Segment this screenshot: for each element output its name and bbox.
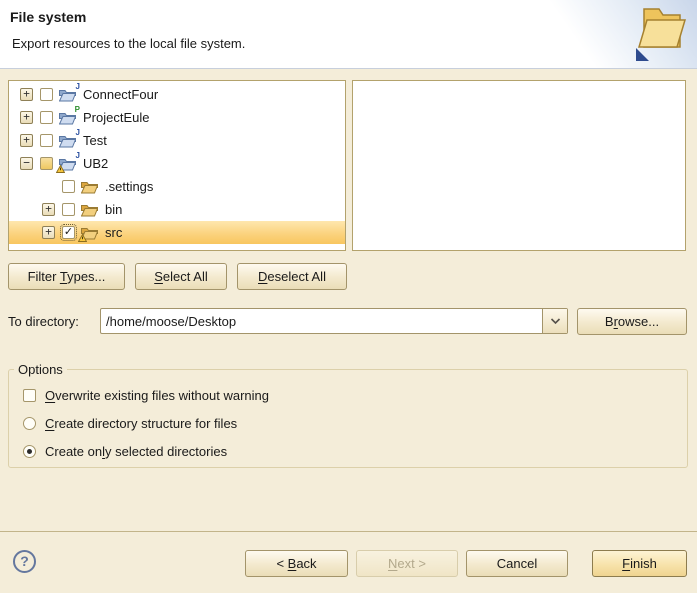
help-button[interactable]: ?: [13, 550, 36, 573]
browse-button[interactable]: Browse...: [577, 308, 687, 335]
options-list: Overwrite existing files without warning…: [9, 386, 687, 461]
directory-dropdown-button[interactable]: [542, 309, 567, 333]
resource-tree[interactable]: +JConnectFour+PProjectEule+JTest−JUB2.se…: [8, 80, 346, 251]
tree-item-label: ConnectFour: [83, 87, 158, 102]
filter-types-button[interactable]: Filter Types...: [8, 263, 125, 290]
directory-combobox[interactable]: [100, 308, 568, 334]
item-checkbox[interactable]: [40, 134, 53, 147]
footer-separator: [0, 531, 697, 532]
item-checkbox[interactable]: [40, 88, 53, 101]
expand-toggle-icon[interactable]: +: [20, 111, 33, 124]
java-project-folder-icon: J: [59, 88, 77, 102]
export-file-system-dialog: File system Export resources to the loca…: [0, 0, 697, 593]
create-selected-radio[interactable]: [23, 445, 36, 458]
project-nature-badge: J: [76, 129, 80, 137]
warning-decorator-icon: [78, 234, 87, 242]
collapse-toggle-icon[interactable]: −: [20, 157, 33, 170]
expand-toggle-icon[interactable]: +: [42, 203, 55, 216]
option-row[interactable]: Overwrite existing files without warning: [23, 386, 687, 405]
finish-button[interactable]: Finish: [592, 550, 687, 577]
back-button[interactable]: < Back: [245, 550, 348, 577]
export-folder-icon: [633, 3, 689, 63]
folder-icon: [81, 226, 99, 240]
tree-row[interactable]: +JTest: [9, 129, 345, 152]
warning-decorator-icon: [56, 165, 65, 173]
overwrite-existing-checkbox[interactable]: [23, 389, 36, 402]
project-nature-badge: P: [75, 106, 80, 114]
file-list-panel[interactable]: [352, 80, 686, 251]
next-button[interactable]: Next >: [356, 550, 458, 577]
tree-item-label: bin: [105, 202, 122, 217]
tree-row[interactable]: +PProjectEule: [9, 106, 345, 129]
create-structure-radio[interactable]: [23, 417, 36, 430]
project-nature-badge: J: [76, 152, 80, 160]
option-row[interactable]: Create directory structure for files: [23, 414, 687, 433]
option-label: Create directory structure for files: [45, 416, 237, 431]
java-project-folder-icon: J: [59, 134, 77, 148]
tree-item-label: src: [105, 225, 122, 240]
select-all-button[interactable]: Select All: [135, 263, 227, 290]
project-folder-icon: P: [59, 111, 77, 125]
option-label: Create only selected directories: [45, 444, 227, 459]
project-nature-badge: J: [76, 83, 80, 91]
options-legend: Options: [14, 362, 67, 377]
page-title: File system: [10, 9, 86, 25]
tree-row[interactable]: + ✓ src: [9, 221, 345, 244]
tree-item-label: .settings: [105, 179, 153, 194]
cancel-button[interactable]: Cancel: [466, 550, 568, 577]
folder-icon: [81, 180, 99, 194]
tree-row[interactable]: −JUB2: [9, 152, 345, 175]
tree-row[interactable]: .settings: [9, 175, 345, 198]
item-checkbox[interactable]: [62, 203, 75, 216]
tree-row[interactable]: +JConnectFour: [9, 83, 345, 106]
option-row[interactable]: Create only selected directories: [23, 442, 687, 461]
tree-item-label: UB2: [83, 156, 108, 171]
item-checkbox[interactable]: ✓: [62, 226, 75, 239]
page-subtitle: Export resources to the local file syste…: [12, 36, 245, 51]
to-directory-label: To directory:: [8, 314, 79, 329]
java-project-folder-icon: J: [59, 157, 77, 171]
item-checkbox[interactable]: [62, 180, 75, 193]
expand-toggle-icon[interactable]: +: [42, 226, 55, 239]
folder-icon: [81, 203, 99, 217]
item-checkbox[interactable]: [40, 111, 53, 124]
tree-item-label: Test: [83, 133, 107, 148]
item-checkbox[interactable]: [40, 157, 53, 170]
directory-input[interactable]: [101, 309, 542, 333]
expand-toggle-icon[interactable]: +: [20, 134, 33, 147]
wizard-header: File system Export resources to the loca…: [0, 0, 697, 69]
deselect-all-button[interactable]: Deselect All: [237, 263, 347, 290]
options-group: Options Overwrite existing files without…: [8, 362, 688, 468]
tree-row[interactable]: + bin: [9, 198, 345, 221]
chevron-down-icon: [550, 318, 561, 325]
option-label: Overwrite existing files without warning: [45, 388, 269, 403]
expand-toggle-icon[interactable]: +: [20, 88, 33, 101]
tree-item-label: ProjectEule: [83, 110, 149, 125]
